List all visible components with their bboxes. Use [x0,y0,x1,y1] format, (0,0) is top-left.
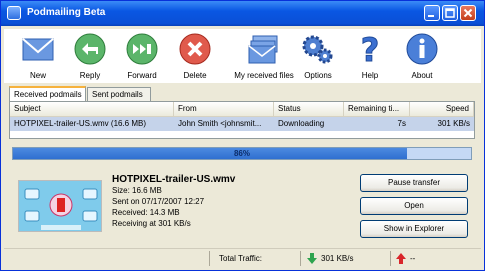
file-details: HOTPIXEL-trailer-US.wmv Size: 16.6 MB Se… [112,174,235,229]
envelope-icon [22,38,54,61]
row-subject: HOTPIXEL-trailer-US.wmv (16.6 MB) [14,119,147,128]
help-label: Help [361,71,379,80]
maximize-icon [445,8,455,18]
receiving-speed: Receiving at 301 KB/s [112,219,191,228]
upload-speed: -- [410,254,416,263]
column-from[interactable]: From [174,102,274,116]
pause-transfer-button[interactable]: Pause transfer [360,174,468,192]
about-button[interactable]: About [392,32,452,80]
row-from: John Smith <johnsmit... [178,119,262,128]
status-separator [209,251,210,266]
status-separator [390,251,391,266]
status-bar: Total Traffic: 301 KB/s -- [4,248,481,268]
help-button[interactable]: ? Help [340,31,400,81]
column-remaining-time[interactable]: Remaining ti... [344,102,410,116]
tab-received-podmails[interactable]: Received podmails [9,86,86,101]
video-thumbnail [18,180,102,232]
show-in-explorer-button[interactable]: Show in Explorer [360,220,468,238]
window-title: Podmailing Beta [27,7,106,18]
svg-text:?: ? [361,32,380,66]
options-label: Options [304,71,332,80]
envelopes-stack-icon [248,35,278,64]
upload-arrow-icon [396,253,406,264]
row-speed: 301 KB/s [437,119,470,128]
file-size: Size: 16.6 MB [112,186,162,195]
app-window: Podmailing Beta New Reply Forward Delete… [0,0,485,271]
download-arrow-icon [307,253,317,264]
title-bar[interactable]: Podmailing Beta [1,1,484,26]
forward-label: Forward [127,71,157,80]
reply-label: Reply [79,71,101,80]
minimize-icon [428,15,434,17]
app-icon [7,6,21,20]
new-label: New [29,71,46,80]
gears-icon [302,35,333,64]
download-speed: 301 KB/s [321,254,354,263]
status-separator [300,251,301,266]
tab-sent-podmails[interactable]: Sent podmails [87,87,151,101]
close-button[interactable] [460,5,476,21]
total-traffic-label: Total Traffic: [219,254,262,263]
sent-date: Sent on 07/17/2007 12:27 [112,197,205,206]
reply-button[interactable]: Reply [60,32,120,80]
delete-label: Delete [183,71,207,80]
question-mark-icon: ? [360,31,380,70]
reply-arrow-icon [74,33,106,65]
open-button[interactable]: Open [360,197,468,215]
row-status: Downloading [278,119,325,128]
download-progress-bar: 86% [12,147,472,160]
podmail-list[interactable]: Subject From Status Remaining ti... Spee… [9,101,475,139]
minimize-button[interactable] [424,5,440,21]
close-icon [463,8,473,18]
forward-button[interactable]: Forward [112,32,172,80]
delete-x-icon [179,33,211,65]
column-status[interactable]: Status [274,102,344,116]
options-button[interactable]: Options [288,32,348,80]
delete-button[interactable]: Delete [165,32,225,80]
table-row[interactable]: HOTPIXEL-trailer-US.wmv (16.6 MB) John S… [10,117,474,131]
new-button[interactable]: New [8,32,68,80]
maximize-button[interactable] [442,5,458,21]
forward-arrow-icon [126,33,158,65]
info-icon [406,33,438,65]
column-speed[interactable]: Speed [410,102,474,116]
progress-label: 86% [233,149,250,158]
list-header: Subject From Status Remaining ti... Spee… [10,102,474,117]
row-remaining-time: 7s [397,119,406,128]
received-amount: Received: 14.3 MB [112,208,180,217]
column-subject[interactable]: Subject [10,102,174,116]
about-label: About [411,71,433,80]
file-name: HOTPIXEL-trailer-US.wmv [112,174,236,185]
toolbar: New Reply Forward Delete My received fil… [4,29,481,83]
